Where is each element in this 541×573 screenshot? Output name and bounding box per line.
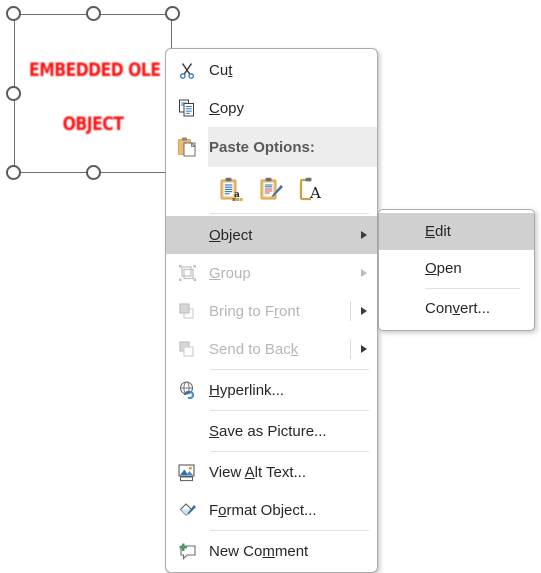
menu-item-hyperlink-label: Hyperlink... [209, 381, 285, 399]
menu-item-send-to-back-label: Send to Back [209, 340, 299, 358]
menu-item-save-as-picture[interactable]: Save as Picture... [166, 412, 377, 450]
ole-object-text-line-2: OBJECT [62, 113, 124, 135]
hyperlink-icon [166, 371, 208, 409]
bring-to-front-icon [166, 292, 208, 330]
selection-handle-top-right[interactable] [165, 6, 180, 21]
menu-item-copy-label: Copy [209, 99, 245, 117]
menu-item-divider-send-to-back [350, 339, 351, 359]
paste-options-button-row[interactable]: a A [166, 167, 377, 211]
clipboard-icon [166, 128, 208, 166]
menu-item-new-comment[interactable]: New Comment [166, 532, 377, 570]
save-as-picture-icon-placeholder [166, 412, 208, 450]
menu-item-cut[interactable]: Cut [166, 51, 377, 89]
menu-item-object-label: Object [209, 226, 253, 244]
submenu-item-edit-label: Edit [425, 223, 451, 240]
selection-handle-top-left[interactable] [6, 6, 21, 21]
object-context-menu[interactable]: Cut Copy Paste Options: a A Object Group… [165, 48, 378, 573]
picture-icon [166, 453, 208, 491]
menu-separator-1 [210, 213, 369, 214]
menu-item-object[interactable]: Object [166, 216, 377, 254]
submenu-item-convert-label: Convert... [425, 300, 491, 317]
svg-text:A: A [309, 184, 321, 202]
menu-separator-2 [210, 369, 369, 370]
send-to-back-icon [166, 330, 208, 368]
paste-keep-text-only-icon[interactable]: A [290, 170, 330, 208]
menu-item-view-alt-text-label: View Alt Text... [209, 463, 307, 481]
submenu-item-open[interactable]: Open [379, 250, 534, 287]
menu-item-save-as-picture-label: Save as Picture... [209, 422, 327, 440]
menu-item-group-label: Group [209, 264, 251, 282]
format-object-icon [166, 491, 208, 529]
submenu-item-open-label: Open [425, 260, 462, 277]
menu-item-bring-to-front: Bring to Front [166, 292, 377, 330]
chevron-right-icon-send-to-back [351, 345, 377, 353]
menu-separator-3 [210, 410, 369, 411]
selection-handle-middle-left[interactable] [6, 86, 21, 101]
menu-item-bring-to-front-label: Bring to Front [209, 302, 300, 320]
selection-handle-bottom-left[interactable] [6, 165, 21, 180]
chevron-right-icon-group [351, 269, 377, 277]
scissors-icon [166, 51, 208, 89]
menu-item-divider-bring-to-front [350, 301, 351, 321]
chevron-right-icon-bring-to-front [351, 307, 377, 315]
copy-icon [166, 89, 208, 127]
menu-item-copy[interactable]: Copy [166, 89, 377, 127]
submenu-separator-1 [425, 288, 520, 289]
menu-item-new-comment-label: New Comment [209, 542, 309, 560]
ole-object-text-line-1: EMBEDDED OLE [29, 59, 161, 81]
selection-handle-bottom-center[interactable] [86, 165, 101, 180]
menu-item-paste-options: Paste Options: [166, 127, 377, 167]
menu-item-group: Group [166, 254, 377, 292]
object-icon-placeholder [166, 216, 208, 254]
group-icon [166, 254, 208, 292]
paste-options-label: Paste Options: [209, 138, 315, 156]
submenu-item-edit[interactable]: Edit [379, 213, 534, 250]
menu-item-view-alt-text[interactable]: View Alt Text... [166, 453, 377, 491]
menu-item-format-object[interactable]: Format Object... [166, 491, 377, 529]
new-comment-icon [166, 532, 208, 570]
menu-separator-5 [210, 530, 369, 531]
menu-item-send-to-back: Send to Back [166, 330, 377, 368]
selection-handle-top-center[interactable] [86, 6, 101, 21]
paste-merge-formatting-icon[interactable] [250, 170, 290, 208]
paste-keep-source-formatting-icon[interactable]: a [210, 170, 250, 208]
menu-item-format-object-label: Format Object... [209, 501, 317, 519]
menu-item-cut-label: Cut [209, 61, 233, 79]
ole-object-frame[interactable]: EMBEDDED OLE OBJECT [14, 14, 172, 173]
menu-item-hyperlink[interactable]: Hyperlink... [166, 371, 377, 409]
chevron-right-icon-object [351, 231, 377, 239]
submenu-item-convert[interactable]: Convert... [379, 290, 534, 327]
object-submenu[interactable]: Edit Open Convert... [378, 209, 535, 331]
menu-separator-4 [210, 451, 369, 452]
